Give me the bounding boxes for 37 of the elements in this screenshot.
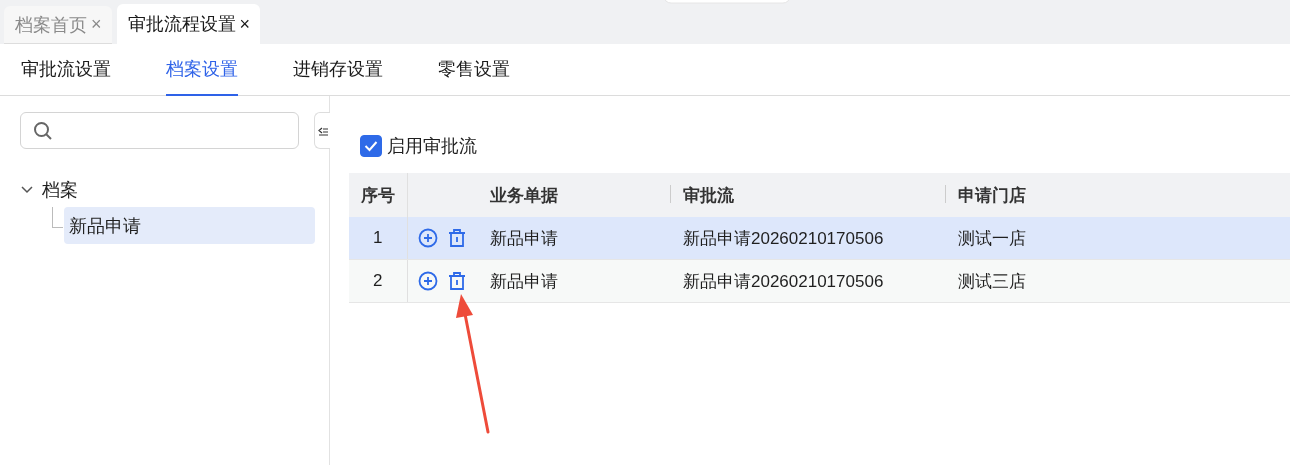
- section-tab[interactable]: 档案设置: [166, 44, 238, 96]
- tree-item[interactable]: 新品申请: [64, 207, 315, 244]
- tree-connector: [52, 207, 63, 228]
- column-header: 序号: [360, 185, 395, 205]
- column-header: 业务单据: [489, 185, 558, 205]
- tab-label: 档案首页: [15, 13, 87, 37]
- checkbox[interactable]: [360, 135, 382, 157]
- add-icon[interactable]: [417, 228, 438, 248]
- tree-item[interactable]: 档案: [20, 173, 329, 207]
- table-cell: 新品申请20260210170506: [683, 228, 884, 248]
- tab-label: 审批流程设置: [127, 13, 236, 36]
- table-cell: 1: [373, 228, 383, 247]
- table-cell: 新品申请: [489, 228, 558, 248]
- table-cell: 测试一店: [958, 228, 1027, 248]
- table-row[interactable]: 2 新品申请 新品申请20260210170506 测试三店: [349, 259, 1290, 303]
- window-tab[interactable]: 审批流程设置 ×: [116, 4, 261, 44]
- table-cell: 新品申请20260210170506: [683, 271, 884, 291]
- collapse-icon: [317, 125, 328, 136]
- checkbox-label: 启用审批流: [387, 135, 477, 158]
- section-tab[interactable]: 进销存设置: [293, 44, 383, 96]
- trash-icon[interactable]: [446, 228, 467, 248]
- collapse-button[interactable]: [314, 112, 330, 149]
- column-header: 申请门店: [958, 185, 1027, 205]
- trash-icon[interactable]: [446, 271, 467, 291]
- add-icon[interactable]: [417, 271, 438, 291]
- tree-label: 档案: [42, 179, 78, 202]
- table-cell: 新品申请: [489, 271, 558, 291]
- check-icon: [364, 140, 378, 152]
- column-header: 审批流: [683, 185, 734, 205]
- search-field[interactable]: [20, 112, 299, 149]
- close-icon[interactable]: ×: [239, 13, 251, 35]
- table-cell: 2: [373, 271, 383, 290]
- section-tab[interactable]: 零售设置: [438, 44, 510, 96]
- table-row[interactable]: 1 新品申请 新品申请20260210170506 测试一店: [349, 217, 1290, 260]
- table-cell: 测试三店: [958, 271, 1027, 291]
- section-tab[interactable]: 审批流设置: [21, 44, 111, 96]
- search-icon: [33, 120, 53, 141]
